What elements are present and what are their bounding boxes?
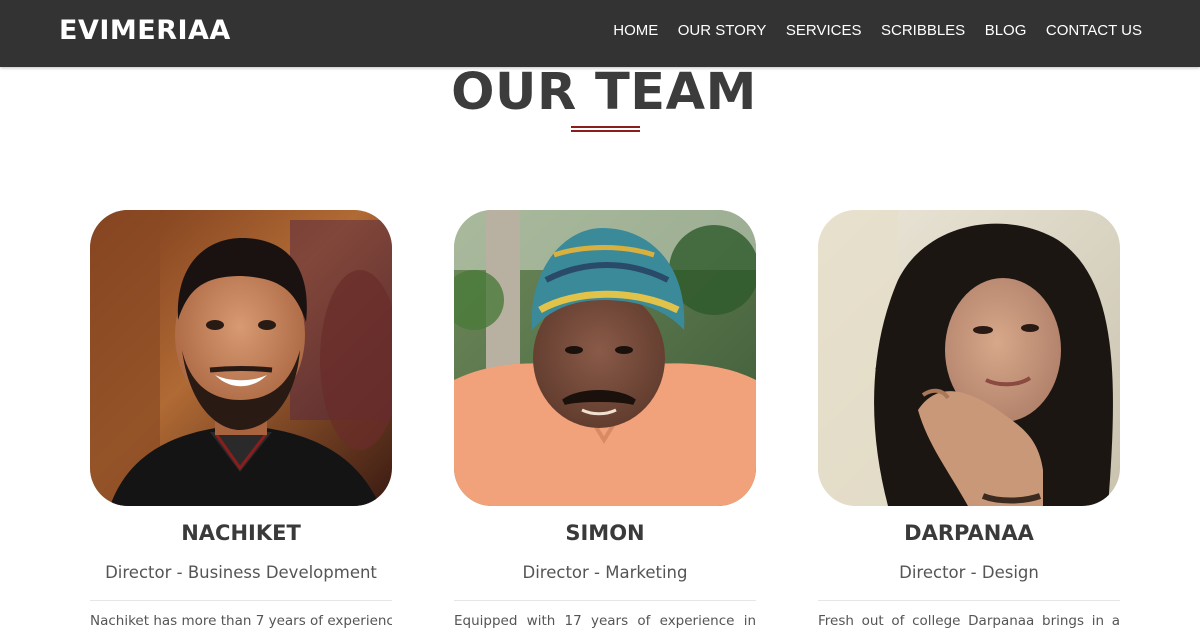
member-photo-image bbox=[90, 210, 392, 506]
title-underline-bottom bbox=[571, 130, 640, 132]
member-name: DARPANAA bbox=[904, 521, 1034, 545]
main-nav-menu: HOME OUR STORY SERVICES SCRIBBLES BLOG C… bbox=[594, 21, 1142, 41]
member-photo bbox=[90, 210, 392, 506]
nav-item-scribbles[interactable]: SCRIBBLES bbox=[881, 21, 965, 41]
top-navbar: EVIMERIAA HOME OUR STORY SERVICES SCRIBB… bbox=[0, 0, 1200, 67]
member-role: Director - Business Development bbox=[105, 563, 377, 582]
card-divider bbox=[90, 600, 392, 601]
member-name: SIMON bbox=[565, 521, 645, 545]
nav-item-blog[interactable]: BLOG bbox=[985, 21, 1027, 41]
nav-item-services[interactable]: SERVICES bbox=[786, 21, 862, 41]
nav-item-our-story[interactable]: OUR STORY bbox=[678, 21, 767, 41]
card-divider bbox=[818, 600, 1120, 601]
brand-logo[interactable]: EVIMERIAA bbox=[59, 14, 231, 48]
title-underline-top bbox=[571, 126, 640, 128]
member-role: Director - Marketing bbox=[522, 563, 688, 582]
nav-item-contact-us[interactable]: CONTACT US bbox=[1046, 21, 1142, 41]
nav-item-home[interactable]: HOME bbox=[613, 21, 658, 41]
member-bio: Nachiket has more than 7 years of experi… bbox=[90, 613, 392, 629]
member-photo bbox=[818, 210, 1120, 506]
member-photo-image bbox=[454, 210, 756, 506]
member-bio: Equipped with 17 years of experience in bbox=[454, 613, 756, 629]
member-role: Director - Design bbox=[899, 563, 1039, 582]
card-divider bbox=[454, 600, 756, 601]
title-underline bbox=[571, 126, 640, 132]
member-photo-image bbox=[818, 210, 1120, 506]
member-name: NACHIKET bbox=[181, 521, 301, 545]
member-photo bbox=[454, 210, 756, 506]
section-title: OUR TEAM bbox=[451, 63, 757, 122]
member-bio: Fresh out of college Darpanaa brings in … bbox=[818, 613, 1120, 629]
